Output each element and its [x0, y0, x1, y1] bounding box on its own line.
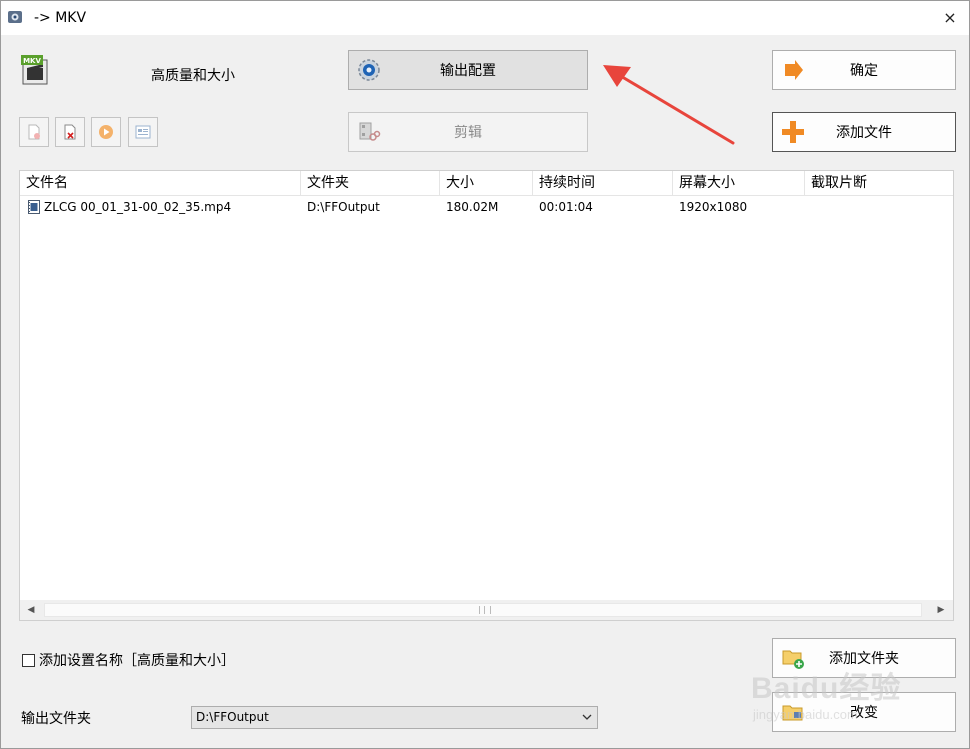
mkv-format-icon: MKV [21, 55, 48, 85]
ok-button[interactable]: 确定 [772, 50, 956, 90]
scrollbar-thumb[interactable] [44, 603, 922, 617]
output-folder-label: 输出文件夹 [21, 711, 91, 727]
close-button[interactable]: × [939, 7, 961, 29]
preset-label: 高质量和大小 [151, 68, 235, 84]
output-folder-select[interactable]: D:\FFOutput [191, 706, 598, 729]
file-list-header: 文件名 文件夹 大小 持续时间 屏幕大小 截取片断 [20, 171, 953, 196]
app-icon [8, 11, 22, 23]
add-file-label: 添加文件 [836, 125, 892, 141]
column-header-screen-size[interactable]: 屏幕大小 [673, 171, 805, 195]
table-row[interactable]: ZLCG 00_01_31-00_02_35.mp4 D:\FFOutput 1… [20, 197, 953, 217]
info-tool[interactable] [128, 117, 158, 147]
folder-change-icon [782, 705, 803, 721]
cell-name: ZLCG 00_01_31-00_02_35.mp4 [20, 197, 301, 217]
column-header-clip[interactable]: 截取片断 [805, 171, 953, 195]
remove-file-icon [28, 124, 40, 140]
change-button[interactable]: 改变 [772, 692, 956, 732]
output-config-button[interactable]: 输出配置 [348, 50, 588, 90]
change-label: 改变 [850, 705, 878, 721]
delete-file-icon [64, 124, 76, 140]
annotation-arrow-icon [603, 65, 735, 145]
window-title: -> MKV [34, 10, 87, 26]
chevron-down-icon [582, 714, 592, 720]
add-preset-name-checkbox[interactable] [22, 653, 35, 667]
title-bar: -> MKV × [1, 1, 969, 35]
plus-icon [782, 121, 804, 143]
add-folder-label: 添加文件夹 [829, 651, 899, 667]
info-icon [135, 125, 151, 139]
scroll-left-arrow-icon[interactable]: ◀ [25, 604, 37, 616]
column-header-folder[interactable]: 文件夹 [301, 171, 440, 195]
file-name: ZLCG 00_01_31-00_02_35.mp4 [44, 200, 232, 214]
column-header-size[interactable]: 大小 [440, 171, 533, 195]
clip-label: 剪辑 [454, 125, 482, 141]
format-badge-text: MKV [23, 57, 41, 65]
add-folder-button[interactable]: 添加文件夹 [772, 638, 956, 678]
scroll-right-arrow-icon[interactable]: ▶ [935, 604, 947, 616]
remove-file-tool[interactable] [19, 117, 49, 147]
add-file-button[interactable]: 添加文件 [772, 112, 956, 152]
clip-icon [359, 122, 381, 141]
scrollbar-grip-icon [479, 606, 491, 614]
horizontal-scrollbar[interactable]: ◀ ▶ [20, 600, 953, 620]
column-header-duration[interactable]: 持续时间 [533, 171, 673, 195]
play-tool[interactable] [91, 117, 121, 147]
add-preset-name-option[interactable]: 添加设置名称［高质量和大小］ [22, 650, 235, 670]
play-icon [99, 125, 113, 139]
file-list[interactable]: 文件名 文件夹 大小 持续时间 屏幕大小 截取片断 ZLCG 00_01_31-… [19, 170, 954, 621]
cell-folder: D:\FFOutput [307, 200, 380, 214]
arrow-right-icon [785, 60, 803, 80]
ok-label: 确定 [850, 63, 878, 79]
cell-clip [805, 197, 953, 217]
output-config-label: 输出配置 [440, 63, 496, 79]
clip-button[interactable]: 剪辑 [348, 112, 588, 152]
video-file-icon [28, 200, 40, 214]
cell-duration: 00:01:04 [539, 200, 593, 214]
gear-icon [358, 59, 380, 81]
add-folder-icon [782, 650, 804, 669]
add-preset-name-label: 添加设置名称［高质量和大小］ [39, 653, 235, 669]
cell-size: 180.02M [446, 200, 499, 214]
cell-screen-size: 1920x1080 [679, 200, 748, 214]
main-window: -> MKV × MKV 高质量和大小 输出配置 剪辑 确定 添加文件 文件名 … [0, 0, 970, 749]
output-folder-value: D:\FFOutput [196, 710, 269, 724]
delete-file-tool[interactable] [55, 117, 85, 147]
column-header-name[interactable]: 文件名 [20, 171, 301, 195]
